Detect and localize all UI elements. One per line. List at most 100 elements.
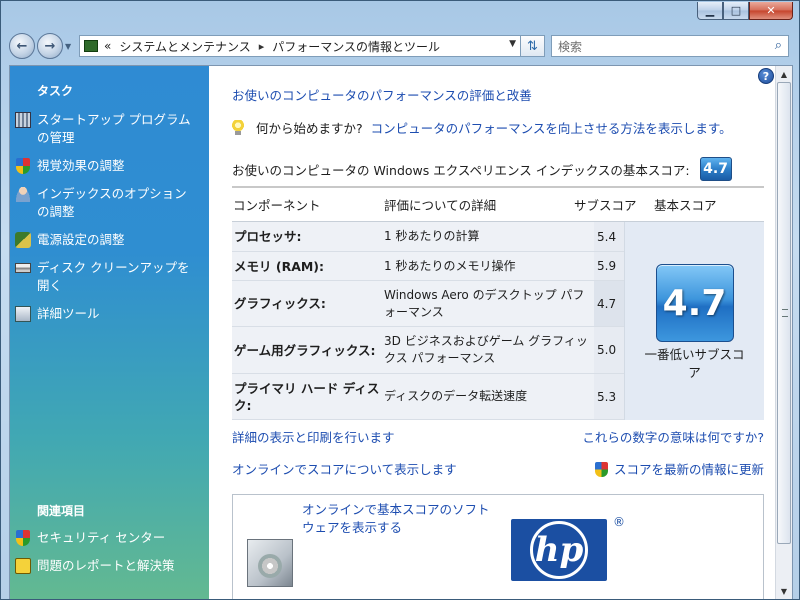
address-dropdown-icon[interactable]: ▼ <box>509 39 516 49</box>
sidebar-item-visual-effects[interactable]: 視覚効果の調整 <box>10 157 209 175</box>
score-table: コンポーネント 評価についての詳細 サブスコア 基本スコア プロセッサ: 1 秒… <box>232 186 764 420</box>
breadcrumb-separator-icon[interactable]: ▸ <box>259 40 265 53</box>
back-button[interactable]: ← <box>9 33 35 59</box>
table-row: プライマリ ハード ディスク: ディスクのデータ転送速度 5.3 <box>232 374 624 420</box>
forward-button[interactable]: → <box>37 33 63 59</box>
sidebar-item-advanced-tools[interactable]: 詳細ツール <box>10 305 209 323</box>
problem-reports-icon <box>15 558 31 574</box>
disk-cleanup-icon <box>15 263 31 273</box>
sidebar-item-label[interactable]: ディスク クリーンアップを開く <box>37 259 197 295</box>
improve-performance-link[interactable]: コンピュータのパフォーマンスを向上させる方法を表示します。 <box>371 118 732 137</box>
breadcrumb-overflow[interactable]: « <box>104 39 111 53</box>
update-score-link[interactable]: スコアを最新の情報に更新 <box>614 462 764 477</box>
base-score-badge: 4.7 <box>699 157 732 181</box>
row-subscore: 5.9 <box>594 252 624 280</box>
minimize-button[interactable]: ▁ <box>697 2 723 20</box>
hp-logo: hp <box>511 519 607 581</box>
links-row-2: オンラインでスコアについて表示します スコアを最新の情報に更新 <box>232 459 764 478</box>
maximize-button[interactable]: □ <box>723 2 749 20</box>
back-arrow-icon: ← <box>16 38 28 54</box>
lightbulb-icon <box>232 120 244 135</box>
sidebar-item-startup-programs[interactable]: スタートアップ プログラムの管理 <box>10 111 209 147</box>
row-detail: ディスクのデータ転送速度 <box>384 389 528 403</box>
startup-programs-icon <box>15 112 31 128</box>
tasks-heading: タスク <box>37 84 74 98</box>
oem-software-link[interactable]: オンラインで基本スコアのソフトウェアを表示する <box>302 501 492 537</box>
tip-row: 何から始めますか? コンピュータのパフォーマンスを向上させる方法を表示します。 <box>232 118 732 137</box>
table-row: メモリ (RAM): 1 秒あたりのメモリ操作 5.9 <box>232 252 624 281</box>
table-row: プロセッサ: 1 秒あたりの計算 5.4 <box>232 222 624 252</box>
task-pane: タスク スタートアップ プログラムの管理 視覚効果の調整 インデックスのオプショ… <box>10 66 209 599</box>
table-header: コンポーネント 評価についての詳細 サブスコア 基本スコア <box>232 188 764 222</box>
row-detail: 1 秒あたりの計算 <box>384 229 480 243</box>
advanced-tools-icon <box>15 306 31 322</box>
uac-shield-icon <box>594 462 608 477</box>
power-options-icon <box>15 232 31 248</box>
row-subscore: 4.7 <box>594 281 624 326</box>
maximize-icon: □ <box>730 4 742 17</box>
base-score-cell: 4.7 一番低いサブスコア <box>624 222 764 420</box>
address-bar[interactable]: « システムとメンテナンス ▸ パフォーマンスの情報とツール ▼ <box>79 35 521 57</box>
help-button[interactable]: ? <box>758 68 774 84</box>
forward-arrow-icon: → <box>44 38 56 54</box>
refresh-button[interactable]: ⇅ <box>521 35 545 57</box>
grip-icon <box>782 309 788 317</box>
performance-window: ▁ □ ✕ ← → ▼ « システムとメンテナンス ▸ パフォーマンスの情報とツ… <box>0 0 800 600</box>
score-meaning-link[interactable]: これらの数字の意味は何ですか? <box>582 427 764 446</box>
sidebar-item-problem-reports[interactable]: 問題のレポートと解決策 <box>10 557 209 575</box>
hp-logo-mark: hp <box>530 521 588 579</box>
registered-mark: ® <box>613 515 625 529</box>
row-component: プロセッサ: <box>234 229 302 244</box>
sidebar-item-label[interactable]: スタートアップ プログラムの管理 <box>37 111 197 147</box>
row-subscore: 5.4 <box>594 222 624 251</box>
close-button[interactable]: ✕ <box>749 2 793 20</box>
sidebar-item-indexing-options[interactable]: インデックスのオプションの調整 <box>10 185 209 221</box>
search-icon[interactable]: ⌕ <box>775 38 782 53</box>
sidebar-item-label[interactable]: 視覚効果の調整 <box>37 157 125 175</box>
row-component: プライマリ ハード ディスク: <box>234 380 380 413</box>
scroll-thumb[interactable] <box>777 82 791 544</box>
sidebar-item-label[interactable]: 詳細ツール <box>37 305 100 323</box>
page-title[interactable]: お使いのコンピュータのパフォーマンスの評価と改善 <box>232 85 532 104</box>
breadcrumb-system-maintenance[interactable]: システムとメンテナンス <box>119 38 250 55</box>
row-component: グラフィックス: <box>234 296 326 311</box>
help-icon: ? <box>762 69 770 83</box>
row-detail: Windows Aero のデスクトップ パフォーマンス <box>384 287 585 319</box>
scroll-up-icon[interactable]: ▲ <box>776 66 792 82</box>
sidebar-item-power-settings[interactable]: 電源設定の調整 <box>10 231 209 249</box>
row-component: メモリ (RAM): <box>234 258 325 274</box>
sidebar-item-disk-cleanup[interactable]: ディスク クリーンアップを開く <box>10 259 209 295</box>
vertical-scrollbar[interactable]: ▲ ▼ <box>775 66 792 599</box>
control-panel-icon <box>84 40 98 52</box>
row-subscore: 5.3 <box>594 374 624 419</box>
sidebar-item-label[interactable]: セキュリティ センター <box>37 529 165 547</box>
base-score-row: お使いのコンピュータの Windows エクスペリエンス インデックスの基本スコ… <box>232 157 732 181</box>
main-panel: ? お使いのコンピュータのパフォーマンスの評価と改善 何から始めますか? コンピ… <box>209 66 792 599</box>
recent-pages-dropdown[interactable]: ▼ <box>65 42 75 51</box>
oem-panel: オンラインで基本スコアのソフトウェアを表示する hp ® <box>232 494 764 599</box>
sidebar-item-label[interactable]: インデックスのオプションの調整 <box>37 185 197 221</box>
online-scores-link[interactable]: オンラインでスコアについて表示します <box>232 459 457 478</box>
table-body: プロセッサ: 1 秒あたりの計算 5.4 メモリ (RAM): 1 秒あたりのメ… <box>232 222 764 420</box>
table-row: グラフィックス: Windows Aero のデスクトップ パフォーマンス 4.… <box>232 281 624 327</box>
sidebar-item-label[interactable]: 問題のレポートと解決策 <box>37 557 175 575</box>
row-detail: 3D ビジネスおよびゲーム グラフィックス パフォーマンス <box>384 334 588 365</box>
links-row-1: 詳細の表示と印刷を行います これらの数字の意味は何ですか? <box>232 427 764 446</box>
base-score-large: 4.7 <box>655 264 734 342</box>
update-score-link-wrap[interactable]: スコアを最新の情報に更新 <box>594 459 764 478</box>
view-print-details-link[interactable]: 詳細の表示と印刷を行います <box>232 427 395 446</box>
sidebar-item-security-center[interactable]: セキュリティ センター <box>10 529 209 547</box>
sidebar-item-label[interactable]: 電源設定の調整 <box>37 231 125 249</box>
table-row: ゲーム用グラフィックス: 3D ビジネスおよびゲーム グラフィックス パフォーマ… <box>232 327 624 374</box>
search-placeholder: 検索 <box>558 39 583 54</box>
header-component: コンポーネント <box>233 198 321 213</box>
scroll-down-icon[interactable]: ▼ <box>776 583 792 599</box>
breadcrumb-performance[interactable]: パフォーマンスの情報とツール <box>272 38 440 55</box>
caption-buttons: ▁ □ ✕ <box>697 2 793 20</box>
security-shield-icon <box>15 158 31 174</box>
row-component: ゲーム用グラフィックス: <box>234 342 376 358</box>
header-subscore: サブスコア <box>574 198 637 213</box>
search-input[interactable]: 検索 ⌕ <box>551 35 789 57</box>
row-detail: 1 秒あたりのメモリ操作 <box>384 258 516 273</box>
software-box-icon <box>247 539 293 587</box>
